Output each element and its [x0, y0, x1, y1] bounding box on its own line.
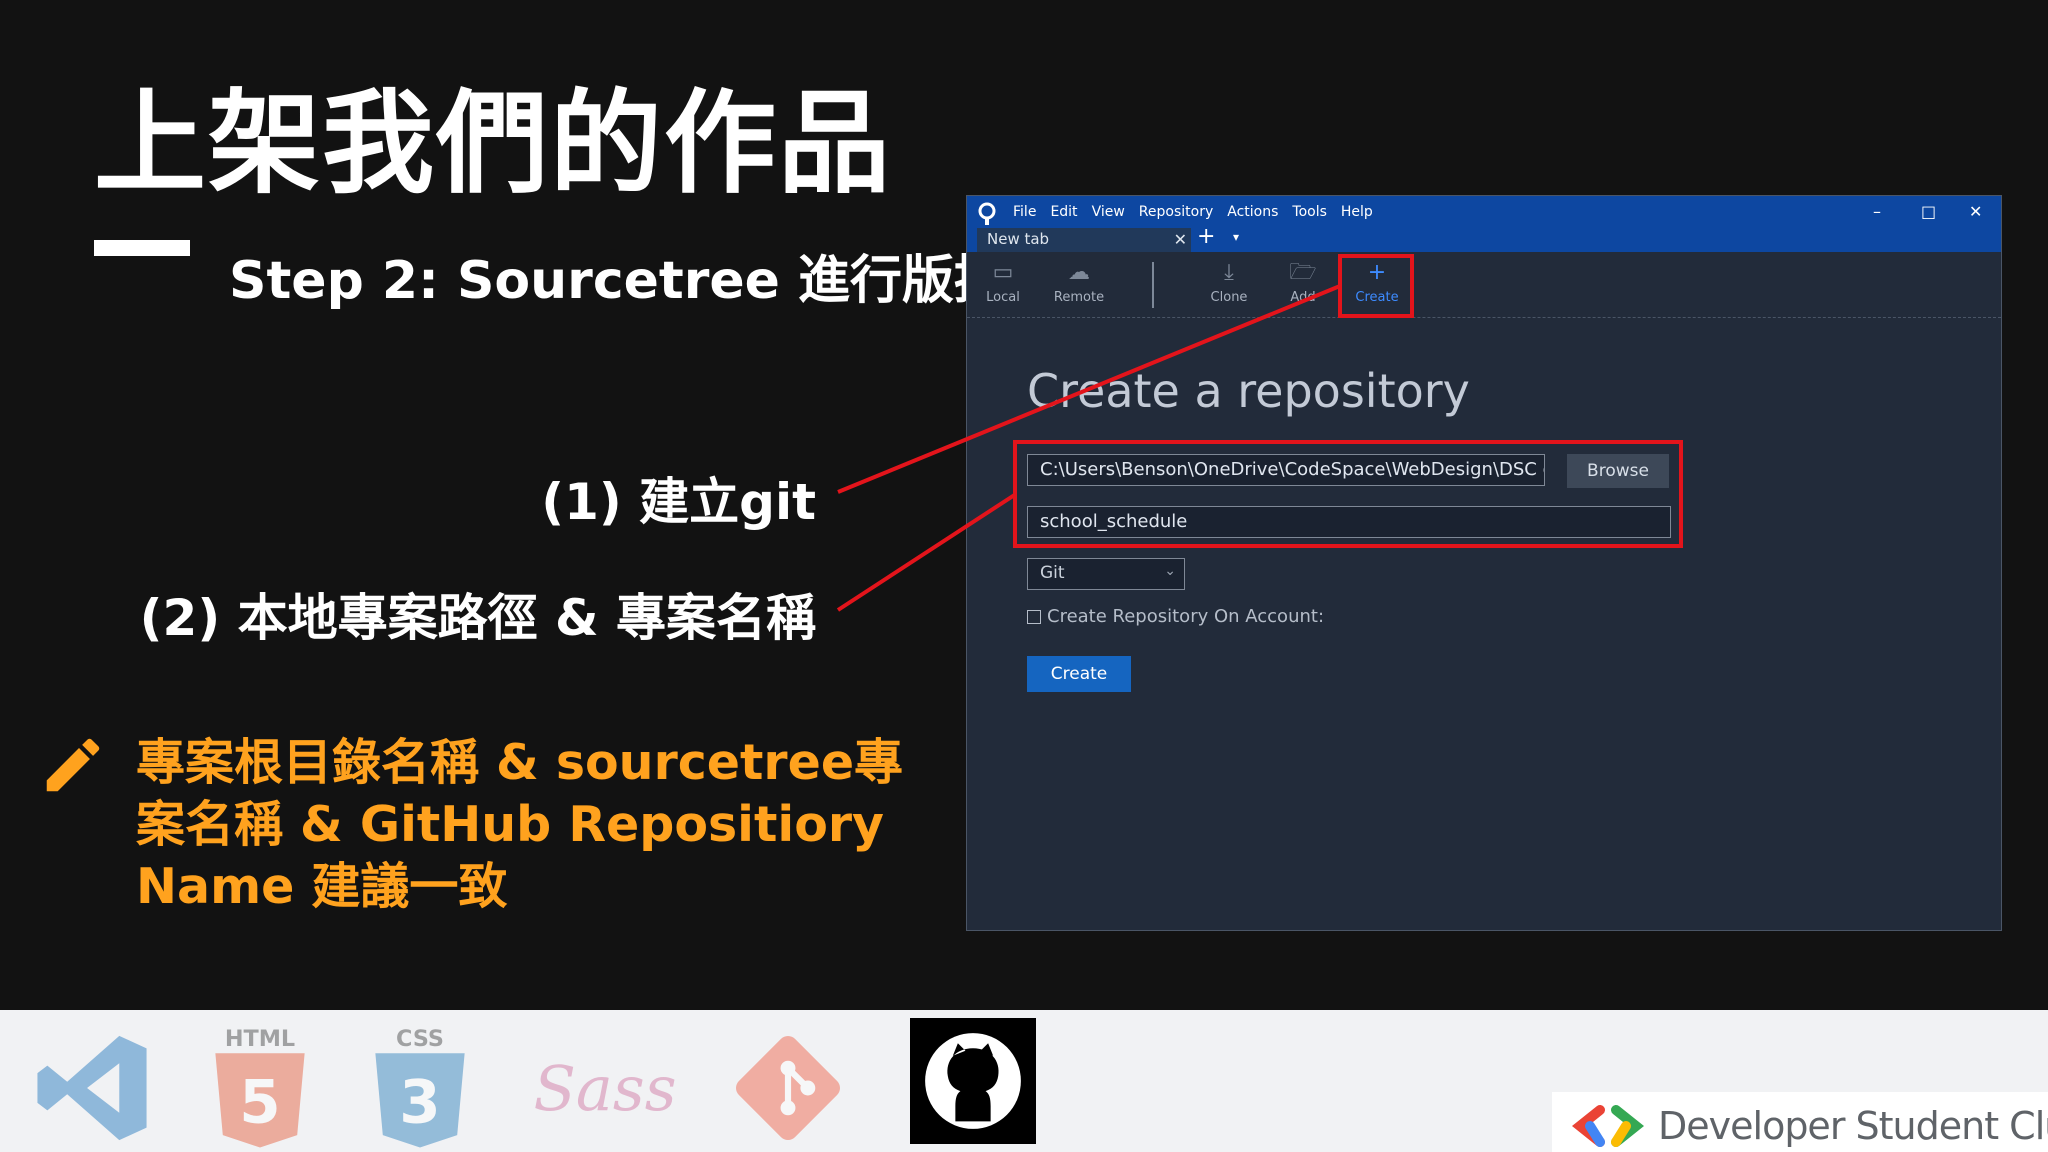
svg-text:5: 5	[239, 1069, 280, 1138]
add-tab-button[interactable]: +	[1197, 224, 1215, 249]
github-logo-box	[910, 1018, 1036, 1144]
chevron-down-icon: ⌄	[1164, 563, 1176, 579]
sourcetree-logo-icon	[978, 202, 996, 225]
clone-button[interactable]: ⤓ Clone	[1199, 258, 1259, 305]
create-repo-heading: Create a repository	[1027, 364, 1470, 418]
menu-edit[interactable]: Edit	[1050, 204, 1077, 220]
download-icon: ⤓	[1224, 260, 1234, 285]
pencil-icon	[46, 738, 100, 792]
menu-file[interactable]: File	[1013, 204, 1036, 220]
dsc-badge: Developer Student Clubs	[1552, 1092, 2048, 1152]
tab-new[interactable]: New tab ✕	[977, 228, 1191, 252]
fields-highlight-box	[1013, 440, 1683, 548]
minimize-button[interactable]: –	[1873, 202, 1881, 221]
local-button[interactable]: ▭ Local	[973, 258, 1033, 305]
menu-actions[interactable]: Actions	[1227, 204, 1278, 220]
toolbar-separator	[1152, 262, 1154, 308]
slide-title: 上架我們的作品	[94, 79, 892, 209]
remote-label: Remote	[1053, 290, 1105, 305]
html5-text: HTML	[225, 1026, 295, 1052]
title-underline-bar	[94, 240, 190, 256]
dsc-logo-icon	[1571, 1105, 1645, 1147]
dsc-label: Developer Student Clubs	[1658, 1104, 2048, 1148]
create-highlight-box	[1338, 254, 1414, 318]
toolbar: ▭ Local ☁ Remote ⤓ Clone 🗁 Add + Create	[967, 252, 2001, 318]
account-checkbox-label: Create Repository On Account:	[1047, 606, 1325, 627]
clone-label: Clone	[1210, 290, 1248, 305]
tab-close-icon[interactable]: ✕	[1174, 230, 1187, 249]
git-icon	[735, 1035, 841, 1141]
html5-icon: HTML 5	[215, 1026, 305, 1148]
menu-repository[interactable]: Repository	[1139, 204, 1213, 220]
add-button[interactable]: 🗁 Add	[1273, 258, 1333, 305]
menu-tools[interactable]: Tools	[1292, 204, 1327, 220]
footer-bar: HTML 5 CSS 3 Sass Developer Student Club…	[0, 1010, 2048, 1152]
cloud-icon: ☁	[1068, 260, 1090, 285]
create-button[interactable]: Create	[1027, 656, 1131, 692]
menu-help[interactable]: Help	[1341, 204, 1373, 220]
tab-dropdown-icon[interactable]: ▾	[1233, 230, 1239, 244]
menu-bar: File Edit View Repository Actions Tools …	[1013, 204, 1373, 220]
tip-note: 專案根目錄名稱 & sourcetree專案名稱 & GitHub Reposi…	[136, 734, 904, 915]
css3-icon: CSS 3	[375, 1026, 465, 1148]
svg-text:Sass: Sass	[533, 1052, 676, 1125]
step1-label: (1) 建立git	[541, 473, 816, 531]
step2-label: (2) 本地專案路徑 & 專案名稱	[139, 589, 816, 647]
slide-subtitle: Step 2: Sourcetree 進行版控	[229, 251, 1007, 311]
repo-type-select[interactable]: Git ⌄	[1027, 558, 1185, 590]
account-checkbox[interactable]	[1027, 609, 1041, 624]
folder-icon: 🗁	[1289, 260, 1317, 285]
sass-icon: Sass	[533, 1052, 676, 1125]
maximize-button[interactable]: □	[1921, 202, 1936, 221]
menu-view[interactable]: View	[1092, 204, 1125, 220]
svg-text:3: 3	[399, 1069, 440, 1138]
remote-button[interactable]: ☁ Remote	[1049, 258, 1109, 305]
github-icon	[925, 1033, 1021, 1129]
window-titlebar: File Edit View Repository Actions Tools …	[967, 196, 2001, 252]
close-window-button[interactable]: ✕	[1969, 202, 1982, 221]
css3-text: CSS	[396, 1026, 444, 1052]
sourcetree-window: File Edit View Repository Actions Tools …	[966, 195, 2002, 931]
vscode-icon	[37, 1035, 147, 1141]
monitor-icon: ▭	[992, 260, 1014, 285]
add-label: Add	[1290, 290, 1316, 305]
local-label: Local	[986, 290, 1020, 305]
create-on-account-option[interactable]: Create Repository On Account:	[1027, 606, 1324, 627]
repo-type-value: Git	[1040, 563, 1065, 583]
tab-label: New tab	[987, 230, 1050, 248]
